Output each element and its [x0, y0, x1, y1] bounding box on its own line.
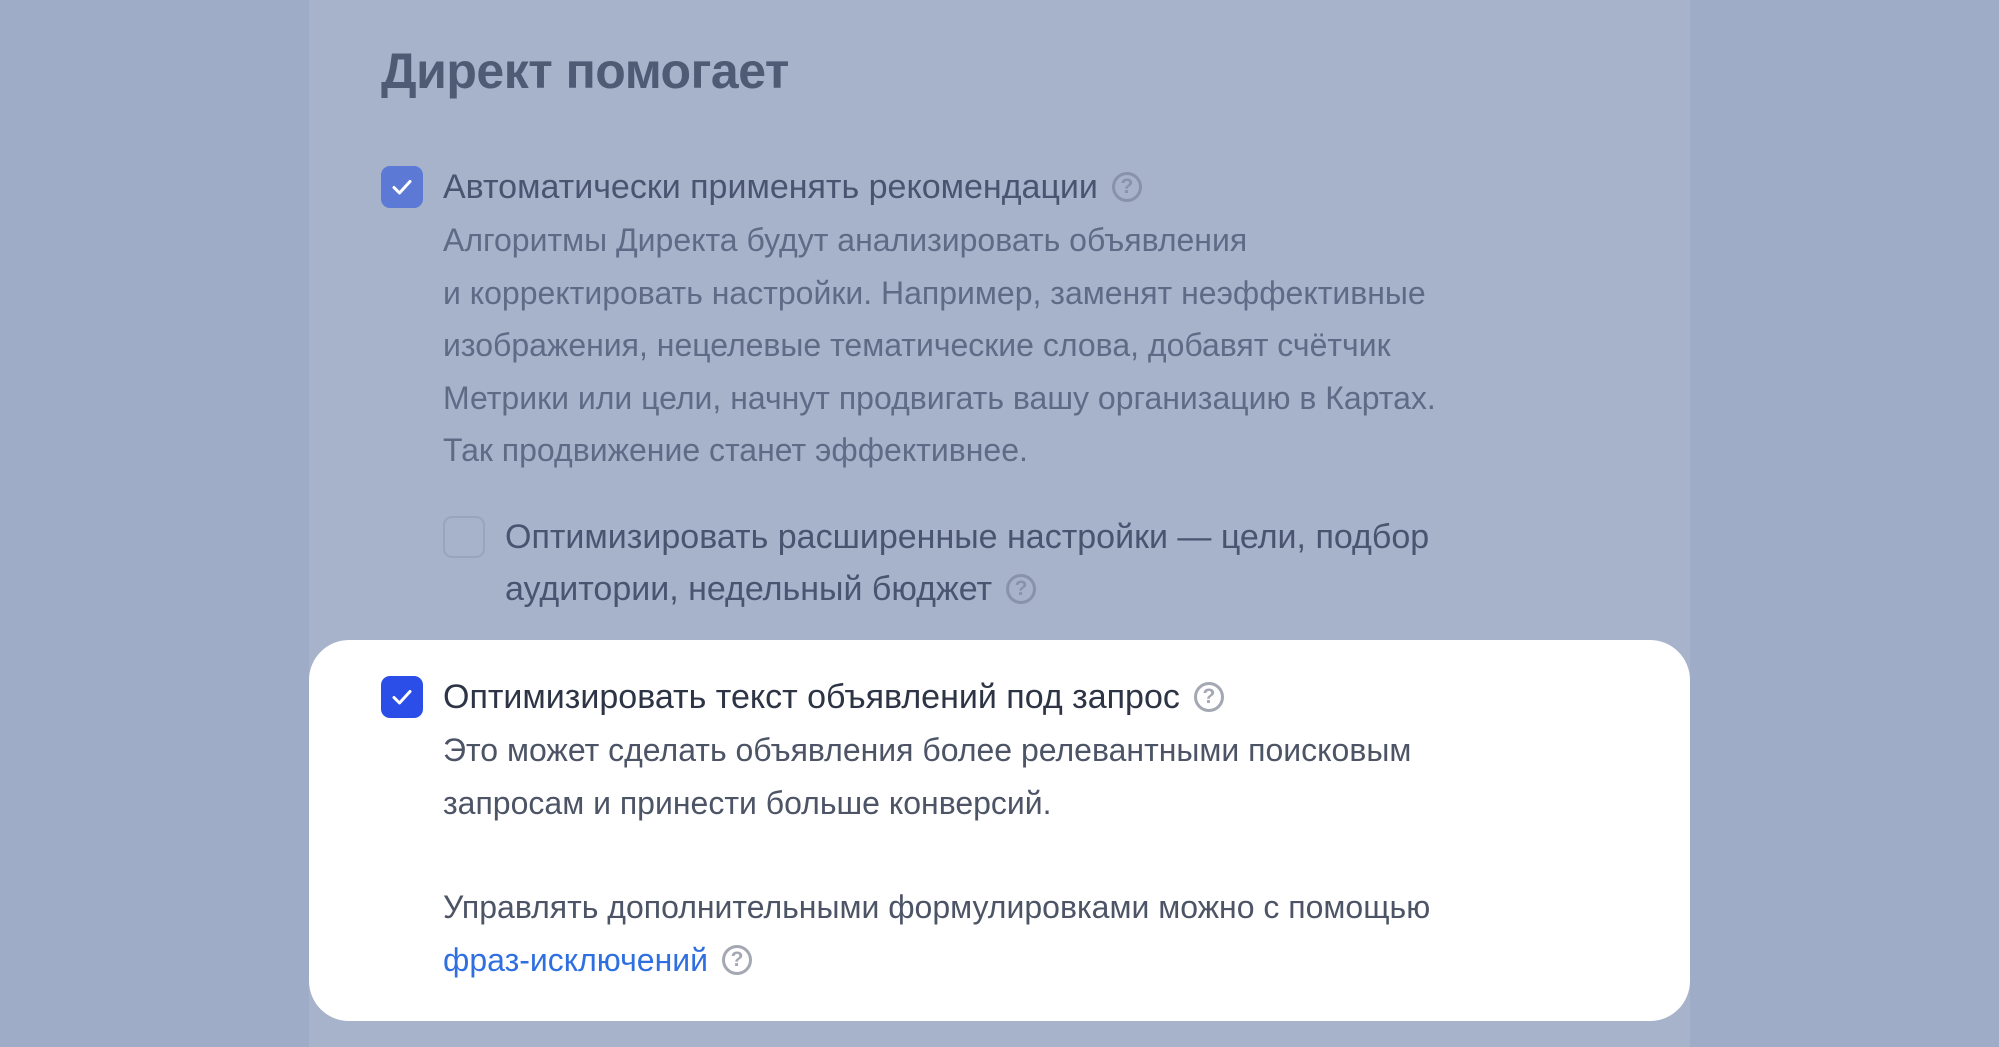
auto-recommend-description: Алгоритмы Директа будут анализировать об…	[443, 214, 1436, 477]
help-icon[interactable]: ?	[1006, 574, 1037, 604]
description-line: Алгоритмы Директа будут анализировать об…	[443, 222, 1248, 258]
description-line: Это может сделать объявления более релев…	[443, 732, 1412, 768]
description-line: Так продвижение станет эффективнее.	[443, 432, 1028, 468]
auto-recommend-option: Автоматически применять рекомендации ? А…	[381, 166, 1436, 477]
checkmark-icon	[392, 690, 412, 705]
optimize-text-label: Оптимизировать текст объявлений под запр…	[443, 677, 1180, 716]
description-line: запросам и принести больше конверсий.	[443, 784, 1052, 821]
auto-recommend-label: Автоматически применять рекомендации	[443, 167, 1098, 206]
description-line: и корректировать настройки. Например, за…	[443, 274, 1426, 311]
optimize-text-description: Это может сделать объявления более релев…	[443, 724, 1430, 986]
checkmark-icon	[392, 180, 412, 195]
highlighted-option-card: Оптимизировать текст объявлений под запр…	[309, 640, 1690, 1021]
advanced-label-continued: аудитории, недельный бюджет	[505, 569, 993, 608]
description-line: Метрики или цели, начнут продвигать вашу…	[443, 379, 1436, 416]
exclusion-phrases-link[interactable]: фраз-исключений	[443, 934, 708, 987]
optimize-text-option: Оптимизировать текст объявлений под запр…	[381, 676, 1430, 986]
link-line: фраз-исключений ?	[443, 934, 1430, 987]
auto-recommend-checkbox[interactable]	[381, 166, 423, 208]
page: Директ помогает Автоматически применять …	[0, 0, 1999, 1047]
advanced-option: Оптимизировать расширенные настройки — ц…	[443, 516, 1429, 610]
description-line: изображения, нецелевые тематические слов…	[443, 327, 1391, 363]
optimize-text-checkbox[interactable]	[381, 676, 423, 718]
section-title: Директ помогает	[381, 43, 789, 99]
manage-text: Управлять дополнительными формулировками…	[443, 889, 1431, 925]
help-icon[interactable]: ?	[721, 944, 752, 975]
advanced-label: Оптимизировать расширенные настройки — ц…	[505, 517, 1430, 556]
help-icon[interactable]: ?	[1111, 172, 1142, 202]
help-icon[interactable]: ?	[1193, 682, 1224, 712]
advanced-checkbox[interactable]	[443, 516, 485, 558]
